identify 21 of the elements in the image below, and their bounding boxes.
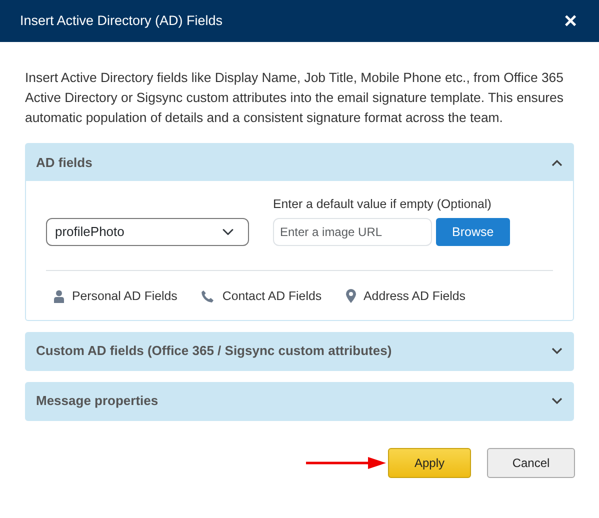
description-text: Insert Active Directory fields like Display Name, Job Title, Mobile Phone etc., from Office 365 Active Directory or Sigsync custom attributes into the email signature template. This ensures automatic population of details and a consistent signature format across the team. bbox=[24, 69, 564, 127]
default-value-label: Enter a default value if empty (Optional) bbox=[273, 196, 492, 214]
close-button[interactable]: × bbox=[562, 10, 579, 32]
chevron-up-icon bbox=[551, 158, 563, 167]
category-link[interactable]: Personal AD Fields bbox=[72, 287, 178, 306]
chevron-down-icon bbox=[551, 347, 563, 356]
person-icon bbox=[54, 290, 64, 303]
cancel-button[interactable]: Cancel bbox=[487, 448, 575, 478]
dialog-title: Insert Active Directory (AD) Fields bbox=[20, 12, 223, 30]
phone-icon bbox=[201, 290, 214, 303]
pin-icon bbox=[346, 289, 356, 304]
section-header[interactable]: AD fields bbox=[26, 144, 573, 182]
field-select[interactable]: profilePhoto bbox=[46, 218, 249, 246]
section-header[interactable]: Message properties bbox=[26, 382, 573, 420]
browse-button[interactable]: Browse bbox=[436, 218, 510, 246]
apply-button[interactable]: Apply bbox=[388, 448, 471, 478]
image-url-field[interactable]: Enter a image URL bbox=[273, 218, 432, 246]
chevron-down-icon bbox=[551, 397, 563, 406]
category-link[interactable]: Contact AD Fields bbox=[222, 287, 322, 306]
category-link[interactable]: Address AD Fields bbox=[364, 287, 466, 306]
section-header[interactable]: Custom AD fields (Office 365 / Sigsync custom attributes) bbox=[26, 332, 573, 370]
